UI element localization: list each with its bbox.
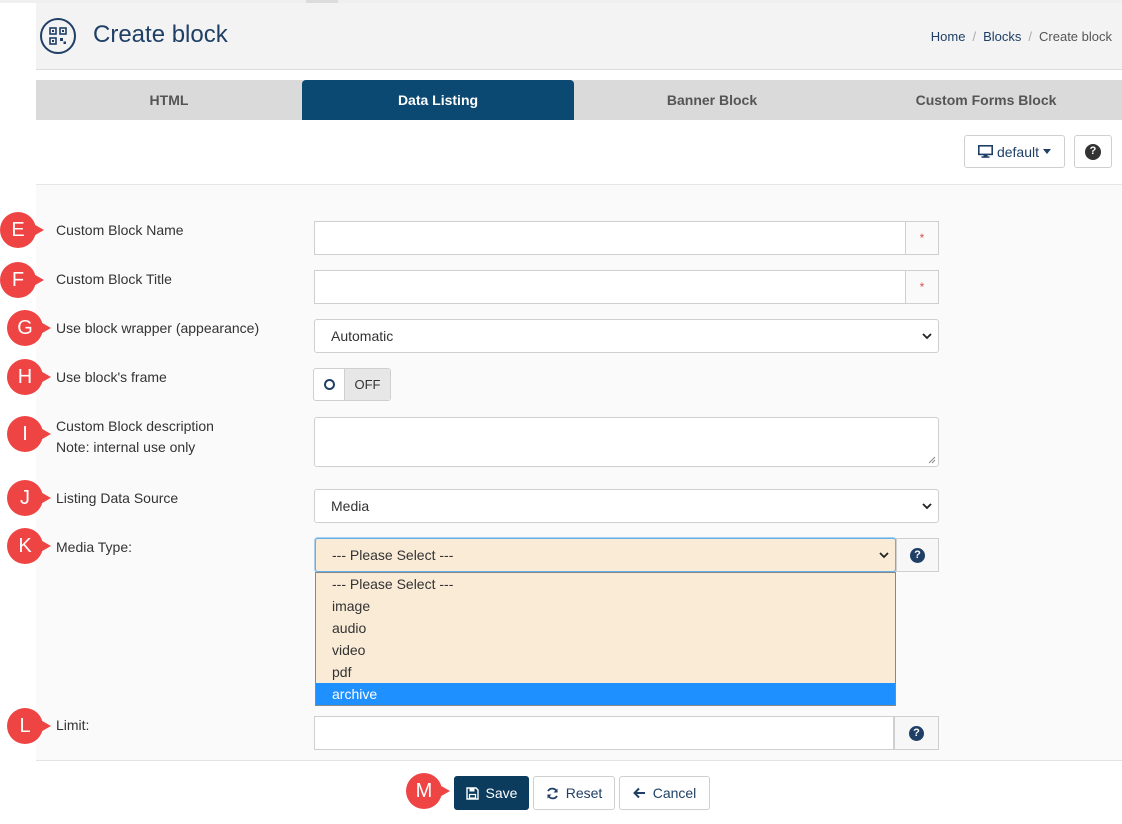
block-wrapper-label: Use block wrapper (appearance) <box>56 320 260 336</box>
breadcrumb-separator: / <box>972 29 977 44</box>
required-indicator: * <box>906 270 939 304</box>
callout-marker-j: J <box>7 480 55 516</box>
media-type-value: --- Please Select --- <box>332 547 454 563</box>
toggle-state: OFF <box>344 369 390 400</box>
arrow-left-icon <box>632 787 645 799</box>
custom-block-title-label: Custom Block Title <box>56 271 172 287</box>
save-button-label: Save <box>485 785 518 801</box>
tab-banner-block[interactable]: Banner Block <box>574 80 850 120</box>
limit-help-button[interactable]: ? <box>894 716 939 750</box>
media-type-option-highlighted[interactable]: archive <box>316 683 895 705</box>
refresh-icon <box>546 787 558 799</box>
data-source-value: Media <box>331 498 370 514</box>
page-title: Create block <box>93 21 228 48</box>
limit-label: Limit: <box>56 717 90 733</box>
callout-marker-k: K <box>7 528 55 564</box>
block-frame-toggle[interactable]: OFF <box>313 368 391 401</box>
callout-marker-i: I <box>7 416 55 452</box>
media-type-help-button[interactable]: ? <box>896 538 939 572</box>
breadcrumb: Home / Blocks / Create block <box>931 29 1112 45</box>
toggle-knob <box>314 369 344 400</box>
device-dropdown-label: default <box>996 143 1040 160</box>
reset-button[interactable]: Reset <box>533 776 615 810</box>
chevron-down-icon <box>922 333 932 340</box>
description-label: Custom Block description <box>56 418 214 434</box>
question-circle-icon: ? <box>1085 143 1101 160</box>
description-textarea[interactable] <box>314 417 939 467</box>
limit-input[interactable] <box>314 716 894 750</box>
tab-data-listing[interactable]: Data Listing <box>302 80 574 120</box>
floppy-disk-icon <box>465 786 479 800</box>
block-wrapper-value: Automatic <box>331 328 394 344</box>
cancel-button[interactable]: Cancel <box>619 776 710 810</box>
caret-down-icon <box>1043 149 1052 154</box>
resize-handle-icon[interactable] <box>928 456 936 464</box>
question-circle-icon: ? <box>910 547 925 563</box>
callout-marker-l: L <box>7 708 55 744</box>
breadcrumb-current: Create block <box>1039 29 1112 44</box>
page-header: Create block Home / Blocks / Create bloc… <box>36 3 1122 70</box>
cancel-button-label: Cancel <box>652 785 697 801</box>
callout-marker-g: G <box>7 310 55 346</box>
chevron-down-icon <box>922 503 932 510</box>
breadcrumb-blocks[interactable]: Blocks <box>983 29 1021 45</box>
tab-custom-forms-block[interactable]: Custom Forms Block <box>850 80 1122 120</box>
help-button[interactable]: ? <box>1074 135 1112 168</box>
chevron-down-icon <box>879 552 889 559</box>
form-toolbar: default ? <box>36 120 1122 185</box>
breadcrumb-separator: / <box>1028 29 1033 44</box>
block-type-tabs: HTML Data Listing Banner Block Custom Fo… <box>36 80 1122 120</box>
custom-block-name-input[interactable] <box>314 221 906 255</box>
monitor-icon <box>977 145 993 158</box>
callout-marker-h: H <box>7 359 55 395</box>
media-type-label: Media Type: <box>56 539 133 555</box>
save-button[interactable]: Save <box>454 776 529 810</box>
media-type-option[interactable]: audio <box>316 617 895 639</box>
data-source-select[interactable]: Media <box>314 489 939 523</box>
callout-marker-m: M <box>406 773 454 809</box>
callout-marker-e: E <box>0 212 48 248</box>
custom-block-name-label: Custom Block Name <box>56 222 184 238</box>
description-note: Note: internal use only <box>56 439 196 455</box>
required-indicator: * <box>906 221 939 255</box>
media-type-option[interactable]: video <box>316 639 895 661</box>
media-type-option[interactable]: --- Please Select --- <box>316 573 895 595</box>
block-wrapper-select[interactable]: Automatic <box>314 319 939 353</box>
media-type-select[interactable]: --- Please Select --- <box>315 538 896 572</box>
reset-button-label: Reset <box>565 785 603 801</box>
breadcrumb-home[interactable]: Home <box>931 29 966 45</box>
qr-block-icon <box>40 18 76 54</box>
media-type-option[interactable]: pdf <box>316 661 895 683</box>
callout-marker-f: F <box>0 262 48 298</box>
media-type-dropdown-list: --- Please Select --- image audio video … <box>315 572 896 706</box>
device-dropdown-button[interactable]: default <box>964 135 1065 168</box>
tab-html[interactable]: HTML <box>36 80 302 120</box>
block-frame-label: Use block's frame <box>56 369 167 385</box>
custom-block-title-input[interactable] <box>314 270 906 304</box>
question-circle-icon: ? <box>909 725 924 741</box>
data-source-label: Listing Data Source <box>56 490 179 506</box>
media-type-option[interactable]: image <box>316 595 895 617</box>
